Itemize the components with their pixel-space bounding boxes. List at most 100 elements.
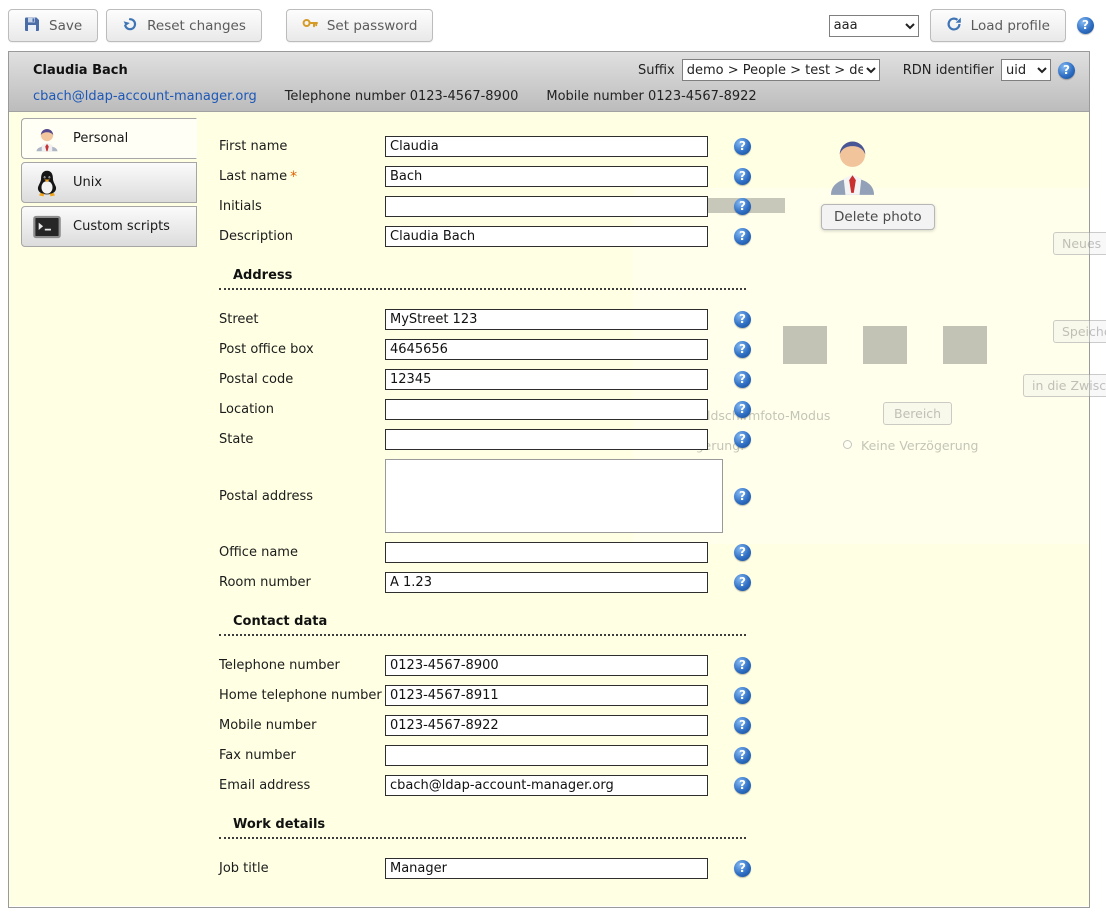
form-row: Job title	[219, 858, 1089, 879]
room-number-label: Room number	[219, 575, 385, 590]
set-password-button[interactable]: Set password	[286, 9, 434, 42]
save-button-label: Save	[49, 18, 82, 34]
mobile-number-input[interactable]	[385, 715, 708, 736]
postal-address-textarea[interactable]	[385, 459, 723, 533]
location-input[interactable]	[385, 399, 708, 420]
help-icon[interactable]	[734, 138, 751, 155]
help-icon[interactable]	[734, 371, 751, 388]
location-label: Location	[219, 402, 385, 417]
initials-input[interactable]	[385, 196, 708, 217]
module-tabs: Personal Unix Custom scripts	[9, 112, 197, 906]
save-button[interactable]: Save	[8, 9, 98, 42]
state-input[interactable]	[385, 429, 708, 450]
job-title-label: Job title	[219, 861, 385, 876]
section-title-work: Work details	[219, 817, 746, 839]
help-icon[interactable]	[734, 488, 751, 505]
office-name-input[interactable]	[385, 542, 708, 563]
help-icon[interactable]	[734, 341, 751, 358]
form-row: State	[219, 429, 1089, 450]
room-number-input[interactable]	[385, 572, 708, 593]
account-name: Claudia Bach	[33, 63, 128, 78]
load-profile-label: Load profile	[971, 18, 1050, 34]
last-name-input[interactable]	[385, 166, 708, 187]
street-input[interactable]	[385, 309, 708, 330]
terminal-icon	[31, 212, 63, 242]
help-icon[interactable]	[1058, 62, 1075, 79]
help-icon[interactable]	[734, 777, 751, 794]
tab-unix-label: Unix	[73, 175, 102, 190]
help-icon[interactable]	[734, 747, 751, 764]
reset-changes-label: Reset changes	[147, 18, 246, 34]
account-panel: Claudia Bach Suffix demo > People > test…	[8, 51, 1090, 908]
mobile-number-label: Mobile number	[219, 718, 385, 733]
delete-photo-button[interactable]: Delete photo	[821, 204, 935, 230]
set-password-label: Set password	[327, 18, 418, 34]
telephone-input[interactable]	[385, 655, 708, 676]
tab-custom-scripts[interactable]: Custom scripts	[21, 206, 197, 247]
post-office-box-label: Post office box	[219, 342, 385, 357]
key-icon	[302, 16, 318, 36]
help-icon[interactable]	[734, 198, 751, 215]
help-icon[interactable]	[734, 657, 751, 674]
toolbar: Save Reset changes Set password aaa Load…	[0, 0, 1106, 51]
postal-address-label: Postal address	[219, 489, 385, 504]
rdn-select[interactable]: uid	[1001, 59, 1051, 81]
first-name-label: First name	[219, 139, 385, 154]
description-input[interactable]	[385, 226, 708, 247]
account-header: Claudia Bach Suffix demo > People > test…	[9, 52, 1089, 112]
reset-changes-button[interactable]: Reset changes	[106, 9, 262, 42]
personal-form: Neues Bi Speicher in die Zwische ldschir…	[197, 112, 1089, 906]
state-label: State	[219, 432, 385, 447]
form-row: Room number	[219, 572, 1089, 593]
form-row: Home telephone number	[219, 685, 1089, 706]
postal-code-label: Postal code	[219, 372, 385, 387]
help-icon[interactable]	[734, 574, 751, 591]
tab-custom-scripts-label: Custom scripts	[73, 219, 170, 234]
help-icon[interactable]	[1077, 17, 1094, 34]
help-icon[interactable]	[734, 544, 751, 561]
email-link[interactable]: cbach@ldap-account-manager.org	[33, 89, 257, 104]
form-row: Telephone number	[219, 655, 1089, 676]
suffix-label: Suffix	[638, 63, 675, 78]
form-row: Mobile number	[219, 715, 1089, 736]
help-icon[interactable]	[734, 717, 751, 734]
post-office-box-input[interactable]	[385, 339, 708, 360]
help-icon[interactable]	[734, 228, 751, 245]
telephone-label: Telephone number	[219, 658, 385, 673]
help-icon[interactable]	[734, 431, 751, 448]
email-address-input[interactable]	[385, 775, 708, 796]
form-row: Initials	[219, 196, 1089, 217]
help-icon[interactable]	[734, 687, 751, 704]
account-body: Personal Unix Custom scripts Neues Bi	[9, 112, 1089, 906]
fax-number-input[interactable]	[385, 745, 708, 766]
load-profile-button[interactable]: Load profile	[930, 9, 1066, 42]
form-row: Post office box	[219, 339, 1089, 360]
form-row: Last name	[219, 166, 1089, 187]
form-row: Email address	[219, 775, 1089, 796]
form-row: Postal address	[219, 459, 1089, 533]
tux-icon	[31, 168, 63, 198]
profile-select[interactable]: aaa	[829, 15, 919, 37]
first-name-input[interactable]	[385, 136, 708, 157]
tab-personal[interactable]: Personal	[21, 118, 197, 159]
help-icon[interactable]	[734, 311, 751, 328]
form-row: Description	[219, 226, 1089, 247]
fax-number-label: Fax number	[219, 748, 385, 763]
tab-unix[interactable]: Unix	[21, 162, 197, 203]
suffix-select[interactable]: demo > People > test > de	[682, 59, 880, 81]
form-row: First name	[219, 136, 1089, 157]
form-row: Fax number	[219, 745, 1089, 766]
help-icon[interactable]	[734, 401, 751, 418]
job-title-input[interactable]	[385, 858, 708, 879]
initials-label: Initials	[219, 199, 385, 214]
postal-code-input[interactable]	[385, 369, 708, 390]
email-address-label: Email address	[219, 778, 385, 793]
header-telephone: Telephone number 0123-4567-8900	[285, 89, 519, 104]
form-row: Office name	[219, 542, 1089, 563]
form-row: Postal code	[219, 369, 1089, 390]
street-label: Street	[219, 312, 385, 327]
last-name-label: Last name	[219, 169, 385, 185]
home-telephone-input[interactable]	[385, 685, 708, 706]
help-icon[interactable]	[734, 860, 751, 877]
help-icon[interactable]	[734, 168, 751, 185]
